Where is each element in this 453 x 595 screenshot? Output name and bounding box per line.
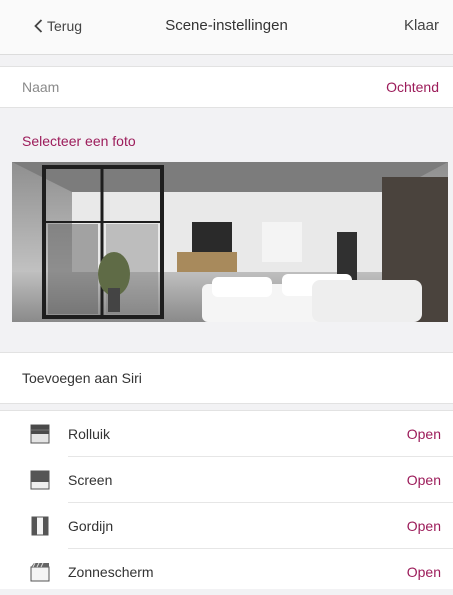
list-item[interactable]: Gordijn Open [0, 503, 453, 549]
device-name: Rolluik [68, 426, 111, 442]
scene-name-label: Naam [22, 79, 60, 95]
page-title: Scene-instellingen [165, 17, 288, 34]
device-name: Screen [68, 472, 113, 488]
curtain-icon [31, 516, 49, 536]
scene-name-value[interactable]: Ochtend [386, 79, 439, 95]
add-to-siri-row[interactable]: Toevoegen aan Siri [0, 352, 453, 404]
list-item[interactable]: Rolluik Open [0, 411, 453, 457]
awning-icon [30, 562, 50, 582]
device-list: Rolluik Open Screen Open Gordijn Open Zo [0, 410, 453, 589]
list-item[interactable]: Zonnescherm Open [0, 549, 453, 595]
device-name: Gordijn [68, 518, 114, 534]
living-room-photo [12, 162, 448, 322]
scene-name-row[interactable]: Naam Ochtend [0, 66, 453, 108]
scene-photo[interactable] [12, 162, 448, 322]
add-to-siri-label: Toevoegen aan Siri [22, 370, 142, 386]
navigation-bar: Terug Scene-instellingen Klaar [0, 0, 453, 55]
screen-blind-icon [30, 470, 50, 490]
device-name: Zonnescherm [68, 564, 154, 580]
select-photo-link[interactable]: Selecteer een foto [22, 133, 136, 149]
list-item[interactable]: Screen Open [0, 457, 453, 503]
device-status[interactable]: Open [407, 472, 441, 488]
device-status[interactable]: Open [407, 426, 441, 442]
device-status[interactable]: Open [407, 518, 441, 534]
device-status[interactable]: Open [407, 564, 441, 580]
done-button[interactable]: Klaar [404, 17, 439, 34]
roller-shutter-icon [30, 424, 50, 444]
